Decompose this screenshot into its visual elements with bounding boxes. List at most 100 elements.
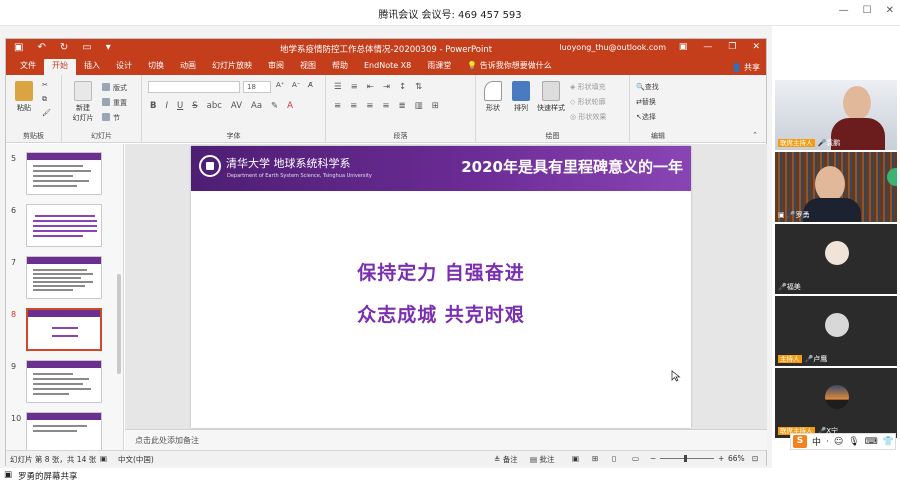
clear-format-icon[interactable]: A̸	[308, 81, 313, 89]
format-painter-icon[interactable]: 🖌	[42, 109, 51, 117]
ime-voice-icon[interactable]: 🎙	[848, 437, 859, 447]
italic-icon[interactable]: I	[165, 101, 168, 111]
zoom-level[interactable]: 66%	[728, 454, 745, 463]
ribbon-display-icon[interactable]: ▣	[679, 42, 688, 52]
highlight-icon[interactable]: ✎	[271, 101, 278, 111]
decrease-indent-icon[interactable]: ⇤	[367, 82, 374, 92]
change-case-icon[interactable]: Aa	[251, 101, 262, 111]
ppt-minimize-icon[interactable]: —	[703, 42, 712, 52]
thumbnail-9[interactable]: 9	[6, 360, 123, 408]
copy-icon[interactable]: ⧉	[42, 95, 47, 104]
tab-transitions[interactable]: 切换	[140, 59, 172, 75]
ime-keyboard-icon[interactable]: ⌨	[865, 437, 878, 447]
tab-rainclassroom[interactable]: 雨课堂	[419, 59, 459, 75]
ppt-close-icon[interactable]: ✕	[752, 42, 760, 52]
minimize-icon[interactable]: —	[839, 5, 849, 16]
align-right-icon[interactable]: ≡	[366, 101, 373, 111]
font-name-field[interactable]	[148, 81, 240, 93]
zoom-slider[interactable]	[660, 458, 714, 459]
notes-pane[interactable]: 点击此处添加备注	[125, 429, 767, 450]
distributed-icon[interactable]: ≣	[399, 101, 406, 111]
participant-tile[interactable]: 联席主持人 🎤袁鹏	[775, 80, 897, 150]
thumbnail-7[interactable]: 7	[6, 256, 123, 304]
align-center-icon[interactable]: ≡	[350, 101, 357, 111]
increase-indent-icon[interactable]: ⇥	[383, 82, 390, 92]
shape-outline-button[interactable]: ◇ 形状轮廓	[570, 97, 606, 107]
thumbnail-8[interactable]: 8	[6, 308, 123, 356]
participant-tile[interactable]: 主持人 🎤卢鹰	[775, 296, 897, 366]
slideshow-view-icon[interactable]: ▭	[632, 454, 639, 463]
ime-emoji-icon[interactable]: ☺	[834, 437, 843, 447]
normal-view-icon[interactable]: ▣	[572, 454, 579, 463]
bullets-icon[interactable]: ☰	[334, 82, 342, 92]
text-direction-icon[interactable]: ⇅	[415, 82, 422, 92]
underline-icon[interactable]: U	[177, 101, 183, 111]
tab-review[interactable]: 审阅	[260, 59, 292, 75]
fit-slide-icon[interactable]: ⊡	[752, 454, 758, 463]
tab-help[interactable]: 帮助	[324, 59, 356, 75]
font-size-field[interactable]: 18	[243, 81, 271, 93]
participant-tile[interactable]: 🎤福美	[775, 224, 897, 294]
shadow-icon[interactable]: S	[192, 101, 197, 111]
shape-effects-button[interactable]: ◎ 形状效果	[570, 112, 606, 122]
layout-button[interactable]: 版式	[102, 83, 127, 93]
zoom-slider-knob[interactable]	[684, 455, 687, 462]
section-button[interactable]: 节	[102, 113, 120, 123]
line-spacing-icon[interactable]: ↕	[399, 82, 406, 92]
collapse-ribbon-icon[interactable]: ⌃	[752, 131, 758, 139]
thumbnail-5[interactable]: 5	[6, 152, 123, 200]
thumbnail-scrollbar[interactable]	[117, 274, 121, 374]
language-status[interactable]: 中文(中国)	[118, 454, 154, 465]
quick-styles-button[interactable]: 快速样式	[534, 81, 568, 113]
reset-button[interactable]: 重置	[102, 98, 127, 108]
reading-view-icon[interactable]: ▯	[612, 454, 616, 463]
ime-language[interactable]: 中	[812, 435, 821, 448]
find-button[interactable]: 🔍查找	[636, 82, 659, 92]
participant-tile[interactable]: 联席主持人 🎤X宁	[775, 368, 897, 438]
smartart-icon[interactable]: ⊞	[432, 101, 439, 111]
zoom-out-icon[interactable]: −	[650, 454, 656, 463]
align-left-icon[interactable]: ≡	[334, 101, 341, 111]
zoom-in-icon[interactable]: +	[718, 454, 724, 463]
current-slide[interactable]: 清华大学 地球系统科学系 Department of Earth System …	[191, 146, 691, 428]
account-name[interactable]: luoyong_thu@outlook.com	[559, 43, 666, 52]
sorter-view-icon[interactable]: ⊞	[592, 454, 598, 463]
new-slide-button[interactable]: 新建 幻灯片	[68, 81, 98, 123]
tab-design[interactable]: 设计	[108, 59, 140, 75]
tab-insert[interactable]: 插入	[76, 59, 108, 75]
shapes-button[interactable]: 形状	[478, 81, 508, 113]
tell-me-search[interactable]: 💡 告诉我你想要做什么	[459, 59, 560, 75]
comments-toggle[interactable]: ▤ 批注	[530, 454, 554, 465]
close-icon[interactable]: ✕	[886, 5, 894, 16]
tab-file[interactable]: 文件	[12, 59, 44, 75]
replace-button[interactable]: ⇄替换	[636, 97, 656, 107]
columns-icon[interactable]: ▥	[415, 101, 423, 111]
font-color-icon[interactable]: A	[287, 101, 293, 111]
tab-endnote[interactable]: EndNote X8	[356, 59, 419, 75]
select-button[interactable]: ↖选择	[636, 112, 656, 122]
bold-icon[interactable]: B	[150, 101, 156, 111]
justify-icon[interactable]: ≡	[382, 101, 389, 111]
char-spacing-icon[interactable]: AV	[231, 101, 242, 111]
numbering-icon[interactable]: ≡	[351, 82, 358, 92]
ppt-restore-icon[interactable]: ❐	[728, 42, 736, 52]
shrink-font-icon[interactable]: A⁻	[292, 81, 300, 89]
thumbnail-10[interactable]: 10	[6, 412, 123, 450]
maximize-icon[interactable]: ☐	[863, 5, 872, 16]
spellcheck-icon[interactable]: ▣	[100, 454, 107, 463]
ime-punctuation-icon[interactable]: ·	[826, 437, 829, 447]
shape-fill-button[interactable]: ◈ 形状填充	[570, 82, 606, 92]
participant-tile[interactable]: ▣ 🎤罗勇	[775, 152, 897, 222]
strikethrough-icon[interactable]: abc	[207, 101, 222, 111]
paste-button[interactable]: 粘贴	[9, 81, 39, 113]
arrange-button[interactable]: 排列	[506, 81, 536, 113]
ime-skin-icon[interactable]: 👕	[883, 437, 894, 447]
grow-font-icon[interactable]: A⁺	[276, 81, 284, 89]
tab-home[interactable]: 开始	[44, 59, 76, 75]
share-button[interactable]: 👤 共享	[731, 62, 760, 73]
thumbnail-6[interactable]: 6	[6, 204, 123, 252]
tab-view[interactable]: 视图	[292, 59, 324, 75]
cut-icon[interactable]: ✂	[42, 81, 48, 89]
tab-slideshow[interactable]: 幻灯片放映	[204, 59, 260, 75]
notes-toggle[interactable]: ≜ 备注	[494, 454, 518, 465]
